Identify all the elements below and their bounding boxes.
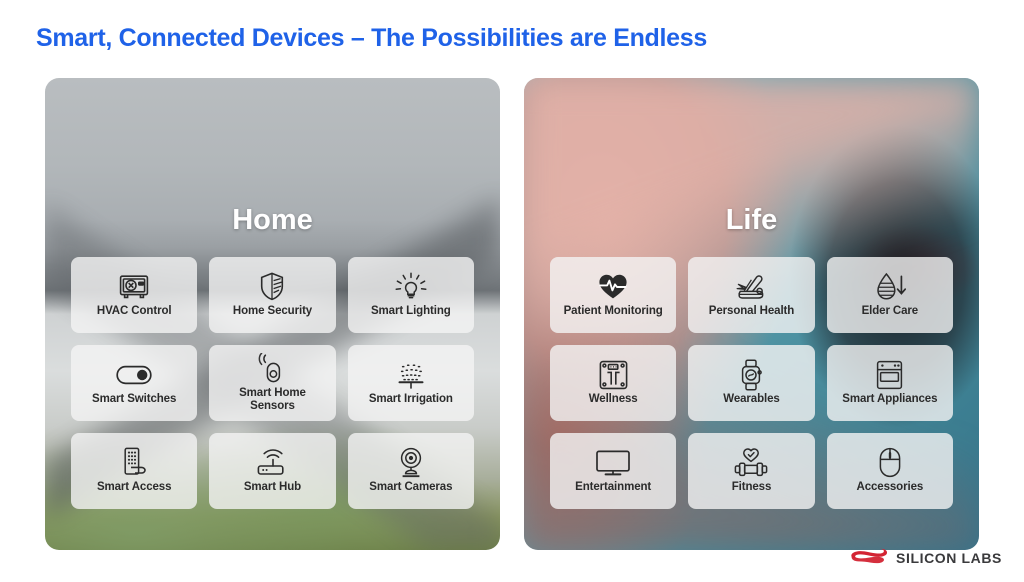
computer-mouse-icon xyxy=(878,446,902,479)
card-wellness[interactable]: Wellness xyxy=(550,345,677,421)
card-smart-appliances[interactable]: Smart Appliances xyxy=(826,345,953,421)
card-smart-switches[interactable]: Smart Switches xyxy=(71,345,198,421)
card-label: Patient Monitoring xyxy=(563,305,663,318)
television-icon xyxy=(595,446,631,479)
card-label: Accessories xyxy=(856,481,924,494)
card-smart-hub[interactable]: Smart Hub xyxy=(209,433,336,509)
safe-box-icon xyxy=(119,270,149,303)
dumbbell-heart-icon xyxy=(733,446,769,479)
card-label: Smart Irrigation xyxy=(368,393,453,406)
card-elder-care[interactable]: Elder Care xyxy=(826,257,953,333)
card-dumbbell-heart[interactable]: Fitness xyxy=(688,433,815,509)
silicon-labs-swoosh-icon xyxy=(850,545,888,570)
card-entertainment[interactable]: Entertainment xyxy=(550,433,677,509)
card-label: Smart Appliances xyxy=(842,393,938,406)
card-grid-life: Patient Monitoring Personal Health Elder… xyxy=(550,257,953,509)
card-label: Elder Care xyxy=(861,305,919,318)
card-label: Entertainment xyxy=(575,481,652,494)
bathroom-scale-icon xyxy=(599,358,628,391)
card-label: Fitness xyxy=(731,481,772,494)
lightbulb-icon xyxy=(395,270,427,303)
shield-icon xyxy=(260,270,284,303)
card-label: Smart Cameras xyxy=(369,481,453,494)
silicon-labs-logo: SILICON LABS xyxy=(850,545,1002,570)
keypad-lock-icon xyxy=(121,446,147,479)
smartwatch-icon xyxy=(739,358,763,391)
card-wearables[interactable]: Wearables xyxy=(688,345,815,421)
page-title: Smart, Connected Devices – The Possibili… xyxy=(36,24,707,52)
sprinkler-icon xyxy=(393,358,429,391)
card-label: Smart Hub xyxy=(243,481,302,494)
card-smart-home-sensors[interactable]: Smart Home Sensors xyxy=(209,345,336,421)
heart-pulse-icon xyxy=(598,270,628,303)
card-label: Smart Access xyxy=(96,481,172,494)
card-label: Smart Home Sensors xyxy=(239,386,306,412)
card-smart-access[interactable]: Smart Access xyxy=(71,433,198,509)
panel-life: Life Patient Monitoring Personal Health … xyxy=(524,78,979,550)
silicon-labs-wordmark: SILICON LABS xyxy=(896,549,1002,566)
card-accessories[interactable]: Accessories xyxy=(826,433,953,509)
card-label: Wearables xyxy=(723,393,780,406)
oven-icon xyxy=(876,358,903,391)
router-icon xyxy=(255,446,289,479)
motion-sensor-icon xyxy=(258,352,286,385)
panel-home: Home HVAC Control Home Security Smart Li… xyxy=(45,78,500,550)
droplet-down-arrow-icon xyxy=(874,270,906,303)
slide: Smart, Connected Devices – The Possibili… xyxy=(0,0,1024,582)
card-label: Wellness xyxy=(588,393,638,406)
card-home-security[interactable]: Home Security xyxy=(209,257,336,333)
card-grid-home: HVAC Control Home Security Smart Lightin… xyxy=(71,257,474,509)
card-smart-cameras[interactable]: Smart Cameras xyxy=(347,433,474,509)
card-label: Smart Switches xyxy=(92,393,177,406)
card-hvac-control[interactable]: HVAC Control xyxy=(71,257,198,333)
card-smart-irrigation[interactable]: Smart Irrigation xyxy=(347,345,474,421)
card-personal-health[interactable]: Personal Health xyxy=(688,257,815,333)
panel-life-heading: Life xyxy=(725,204,778,236)
card-label: Smart Lighting xyxy=(370,305,451,318)
multitool-icon xyxy=(734,270,768,303)
toggle-switch-icon xyxy=(116,358,152,391)
card-label: HVAC Control xyxy=(96,305,172,318)
panel-home-heading: Home xyxy=(232,204,313,236)
card-label: Personal Health xyxy=(708,305,795,318)
card-patient-monitoring[interactable]: Patient Monitoring xyxy=(550,257,677,333)
card-smart-lighting[interactable]: Smart Lighting xyxy=(347,257,474,333)
security-camera-icon xyxy=(397,446,425,479)
card-label: Home Security xyxy=(232,305,313,318)
